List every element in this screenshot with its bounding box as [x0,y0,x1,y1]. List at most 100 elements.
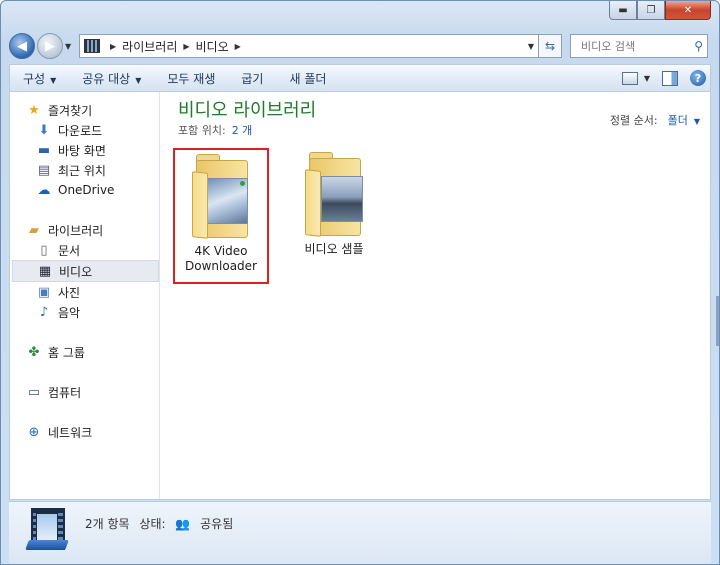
minimize-icon: ▬ [618,4,628,16]
picture-icon: ▣ [37,284,51,300]
item-label: 4K Video Downloader [175,244,267,274]
desktop-icon: ▬ [37,142,51,158]
refresh-icon: ⇆ [544,39,556,53]
search-input[interactable] [579,38,693,54]
chevron-down-icon: ▼ [135,75,142,85]
sidebar-item-label: 비디오 [59,264,93,279]
folder-front [192,171,208,239]
item-label-line: 비디오 샘플 [304,242,364,256]
includes-label: 포함 위치: [178,124,226,137]
caption-buttons: ▬ ❐ ✕ [609,1,711,20]
close-icon: ✕ [683,4,693,16]
homegroup-icon: ✤ [28,344,40,360]
state-label: 상태: [139,517,166,531]
cloud-icon: ☁ [37,182,51,198]
chevron-down-icon[interactable]: ▼ [694,117,700,126]
breadcrumb-arrow-icon[interactable]: ▶ [235,42,241,51]
refresh-button[interactable]: ⇆ [539,34,562,58]
sidebar-item-downloads[interactable]: ⬇ 다운로드 [10,120,159,140]
breadcrumb-arrow-icon[interactable]: ▶ [183,42,189,51]
share-with-menu[interactable]: 공유 대상 ▼ [69,70,154,87]
play-all-label: 모두 재생 [167,71,216,86]
new-folder-label: 새 폴더 [289,71,327,86]
folder-icon [303,152,365,237]
download-folder-icon: ⬇ [38,122,50,138]
network-icon: ⊕ [28,424,40,440]
file-pane: 비디오 라이브러리 포함 위치: 2 개 정렬 순서: 폴더 ▼ 4K Video Do… [160,92,710,499]
breadcrumb-arrow-icon[interactable]: ▶ [110,42,116,51]
new-folder-button[interactable]: 새 폴더 [276,70,339,87]
minimize-button[interactable]: ▬ [609,1,637,20]
command-bar: 구성 ▼ 공유 대상 ▼ 모두 재생 굽기 새 폴더 ▼ ? [9,64,711,91]
sidebar-item-label: 바탕 화면 [58,143,106,158]
sidebar-item-videos[interactable]: ▦ 비디오 [12,260,159,282]
view-options-dropdown[interactable]: ▼ [644,74,650,83]
organize-menu[interactable]: 구성 ▼ [10,70,69,87]
breadcrumb-libraries[interactable]: 라이브러리 [122,38,177,55]
recent-pages-dropdown[interactable]: ▼ [65,42,75,51]
sidebar-item-label: 문서 [58,243,81,258]
video-library-large-icon [25,508,69,552]
folder-item-video-samples[interactable]: 비디오 샘플 [288,152,380,257]
window-edge [716,296,719,346]
maximize-button[interactable]: ❐ [637,1,665,20]
play-all-button[interactable]: 모두 재생 [154,70,228,87]
address-bar[interactable]: ▶ 라이브러리 ▶ 비디오 ▶ ▼ [79,34,539,58]
sidebar-libraries[interactable]: ▰ 라이브러리 [10,220,159,240]
sidebar-favorites[interactable]: ★ 즐겨찾기 [10,100,159,120]
search-icon[interactable]: ⚲ [694,39,703,53]
folder-icon [190,154,252,239]
navigation-pane: ★ 즐겨찾기 ⬇ 다운로드 ▬ 바탕 화면 ▤ 최근 위치 ☁ OneDrive ▰ 라이브… [10,92,160,499]
library-includes: 포함 위치: 2 개 [178,122,252,138]
item-label: 비디오 샘플 [288,242,380,257]
computer-icon: ▭ [27,384,41,400]
sidebar-item-label: 네트워크 [48,425,93,440]
sidebar-item-onedrive[interactable]: ☁ OneDrive [10,180,159,200]
sidebar-homegroup[interactable]: ✤ 홈 그룹 [10,342,159,362]
status-text: 2개 항목 상태: 👥 공유됨 [85,515,239,532]
sidebar-item-recent-places[interactable]: ▤ 최근 위치 [10,160,159,180]
change-view-icon[interactable] [621,71,638,85]
sidebar-item-pictures[interactable]: ▣ 사진 [10,282,159,302]
sidebar-item-label: 다운로드 [58,123,103,138]
document-icon: ▯ [40,242,48,258]
sidebar-network[interactable]: ⊕ 네트워크 [10,422,159,442]
sidebar-item-label: 최근 위치 [58,163,106,178]
back-arrow-icon: ◀ [17,38,27,54]
shared-users-icon: 👥 [175,517,191,531]
forward-button[interactable]: ▶ [37,33,63,59]
sidebar-item-label: 컴퓨터 [48,385,82,400]
item-label-line: 4K Video [194,244,248,258]
address-dropdown-icon[interactable]: ▼ [528,42,534,51]
sidebar-item-desktop[interactable]: ▬ 바탕 화면 [10,140,159,160]
sort-value-link[interactable]: 폴더 [668,114,688,127]
library-title: 비디오 라이브러리 [178,100,317,121]
help-icon[interactable]: ? [690,70,706,86]
breadcrumb-videos[interactable]: 비디오 [196,38,229,55]
sidebar-item-documents[interactable]: ▯ 문서 [10,240,159,260]
forward-arrow-icon: ▶ [45,38,55,54]
sidebar-item-label: 즐겨찾기 [48,103,93,118]
preview-pane-icon[interactable] [662,70,678,86]
maximize-icon: ❐ [646,4,656,16]
sidebar-computer[interactable]: ▭ 컴퓨터 [10,382,159,402]
sidebar-item-label: 사진 [58,285,81,300]
search-box[interactable]: ⚲ [570,34,708,58]
folder-front [305,169,321,237]
library-base [25,540,69,550]
sidebar-item-music[interactable]: ♪ 음악 [10,302,159,322]
sidebar-item-label: OneDrive [58,183,115,197]
burn-button[interactable]: 굽기 [228,70,276,87]
explorer-window: ▬ ❐ ✕ ◀ ▶ ▼ ▶ 라이브러리 ▶ 비디오 ▶ ▼ ⇆ ⚲ 구성 ▼ 공유… [0,0,720,565]
film-frame [36,513,58,543]
folder-item-4k-video-downloader[interactable]: 4K Video Downloader [173,148,269,284]
back-button[interactable]: ◀ [9,33,35,59]
includes-locations-link[interactable]: 2 개 [232,124,253,137]
green-dot-icon [240,181,245,186]
sidebar-item-label: 홈 그룹 [48,345,85,360]
address-row: ◀ ▶ ▼ ▶ 라이브러리 ▶ 비디오 ▶ ▼ ⇆ ⚲ [9,33,711,59]
close-button[interactable]: ✕ [665,1,711,20]
